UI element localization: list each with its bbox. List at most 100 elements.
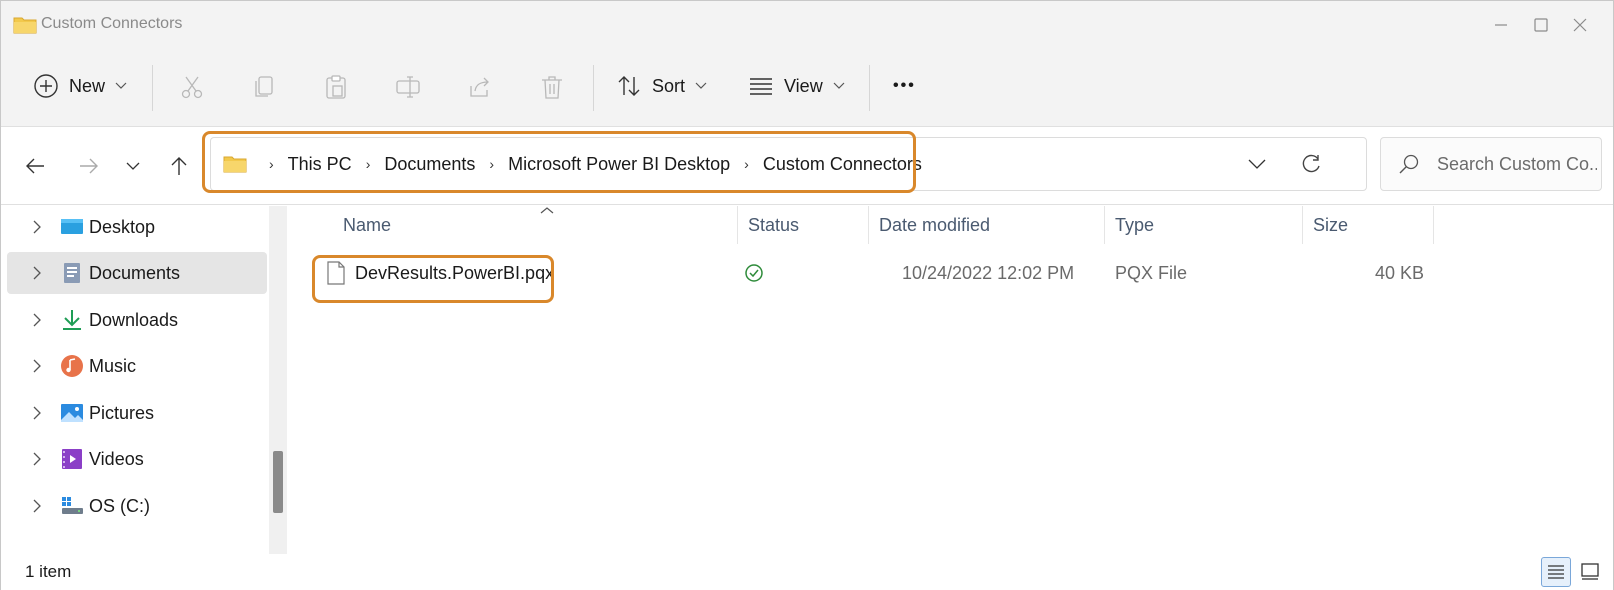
sidebar-item-label: Documents: [89, 262, 181, 283]
column-type-label: Type: [1115, 214, 1155, 235]
status-bar: 1 item: [1, 554, 1613, 590]
scrollbar-thumb[interactable]: [273, 451, 283, 513]
column-divider[interactable]: [737, 206, 738, 244]
chevron-right-icon[interactable]: [32, 498, 42, 514]
chevron-right-icon[interactable]: [32, 451, 42, 467]
navigation-pane: Desktop Documents Downloads Music Pictur…: [1, 206, 291, 554]
column-header-size[interactable]: Size: [1313, 206, 1433, 244]
pictures-icon: [61, 404, 83, 422]
chevron-down-icon: [695, 82, 707, 89]
copy-icon: [255, 76, 273, 97]
column-header-status[interactable]: Status: [748, 206, 868, 244]
new-label: New: [69, 75, 106, 96]
up-button[interactable]: [162, 149, 196, 183]
refresh-button[interactable]: [1285, 138, 1337, 190]
search-icon: [1399, 154, 1419, 174]
sidebar-item-videos[interactable]: Videos: [7, 438, 267, 480]
sync-available-icon: [745, 264, 763, 282]
large-icons-view-button[interactable]: [1575, 557, 1605, 587]
search-box[interactable]: [1380, 137, 1602, 191]
more-options-button[interactable]: •••: [893, 63, 916, 109]
file-type: PQX File: [1115, 262, 1188, 283]
sidebar-item-label: Pictures: [89, 402, 155, 423]
title-bar: Custom Connectors: [1, 1, 1613, 49]
column-divider[interactable]: [868, 206, 869, 244]
delete-button[interactable]: [536, 71, 568, 103]
sidebar-item-documents[interactable]: Documents: [7, 252, 267, 294]
address-row: › This PC › Documents › Microsoft Power …: [1, 127, 1613, 205]
rename-icon: [396, 76, 420, 98]
separator: [152, 65, 153, 111]
rename-button[interactable]: [392, 71, 424, 103]
sidebar-item-os-c[interactable]: OS (C:): [7, 485, 267, 527]
chevron-right-icon[interactable]: [32, 405, 42, 421]
column-name-label: Name: [343, 214, 392, 235]
view-button[interactable]: View: [748, 63, 845, 109]
chevron-right-icon[interactable]: [32, 358, 42, 374]
music-icon: [61, 355, 83, 377]
separator: [593, 65, 594, 111]
item-count: 1 item: [25, 562, 72, 581]
sidebar-scrollbar[interactable]: [269, 206, 287, 554]
column-divider[interactable]: [1433, 206, 1434, 244]
details-view-button[interactable]: [1541, 557, 1571, 587]
view-list-icon: [750, 78, 772, 95]
column-size-label: Size: [1313, 214, 1349, 235]
refresh-icon: [1302, 154, 1320, 173]
column-divider[interactable]: [1302, 206, 1303, 244]
paste-button[interactable]: [320, 71, 352, 103]
sidebar-item-downloads[interactable]: Downloads: [7, 299, 267, 341]
column-header-type[interactable]: Type: [1115, 206, 1295, 244]
chevron-right-icon[interactable]: [32, 265, 42, 281]
large-icons-view-icon: [1581, 563, 1599, 580]
column-status-label: Status: [748, 214, 800, 235]
desktop-icon: [61, 219, 83, 234]
sidebar-item-label: OS (C:): [89, 495, 150, 516]
scissors-icon: [181, 76, 203, 99]
share-icon: [470, 77, 489, 97]
sidebar-item-label: Music: [89, 355, 137, 376]
copy-button[interactable]: [248, 71, 280, 103]
file-date: 10/24/2022 12:02 PM: [902, 262, 1075, 283]
chevron-down-icon: [126, 162, 140, 170]
close-icon: [1573, 18, 1587, 32]
sidebar-item-music[interactable]: Music: [7, 345, 267, 387]
arrow-left-icon: [26, 158, 44, 174]
chevron-right-icon[interactable]: [32, 312, 42, 328]
column-header-name[interactable]: Name: [343, 206, 733, 244]
sidebar-item-desktop[interactable]: Desktop: [7, 206, 267, 248]
videos-icon: [62, 449, 82, 469]
chevron-down-icon: [1248, 159, 1266, 169]
file-explorer-window: Custom Connectors New Sort View ••• › Th…: [0, 0, 1614, 590]
share-button[interactable]: [464, 71, 496, 103]
address-history-button[interactable]: [1231, 138, 1283, 190]
file-list: Name Status Date modified Type Size DevR…: [293, 206, 1613, 554]
chevron-down-icon: [833, 82, 845, 89]
column-header-date[interactable]: Date modified: [879, 206, 1099, 244]
sort-icon: [618, 76, 640, 96]
cut-button[interactable]: [176, 71, 208, 103]
sort-button[interactable]: Sort: [616, 63, 707, 109]
drive-icon: [62, 497, 83, 514]
back-button[interactable]: [18, 149, 52, 183]
arrow-up-icon: [171, 157, 187, 175]
clipboard-icon: [326, 75, 346, 99]
sort-label: Sort: [652, 75, 686, 96]
window-title: Custom Connectors: [41, 15, 183, 32]
column-divider[interactable]: [1104, 206, 1105, 244]
search-input[interactable]: [1437, 138, 1597, 190]
sidebar-item-pictures[interactable]: Pictures: [7, 392, 267, 434]
chevron-down-icon: [115, 82, 127, 89]
forward-button[interactable]: [72, 149, 106, 183]
new-button[interactable]: New: [33, 63, 127, 109]
close-button[interactable]: [1545, 1, 1614, 49]
recent-locations-button[interactable]: [116, 149, 150, 183]
command-bar: New Sort View •••: [1, 49, 1613, 127]
arrow-right-icon: [80, 158, 98, 174]
trash-icon: [542, 76, 562, 99]
more-icon: •••: [893, 77, 916, 94]
separator: [869, 65, 870, 111]
chevron-right-icon[interactable]: [32, 219, 42, 235]
folder-icon: [13, 17, 37, 34]
downloads-icon: [63, 310, 81, 330]
